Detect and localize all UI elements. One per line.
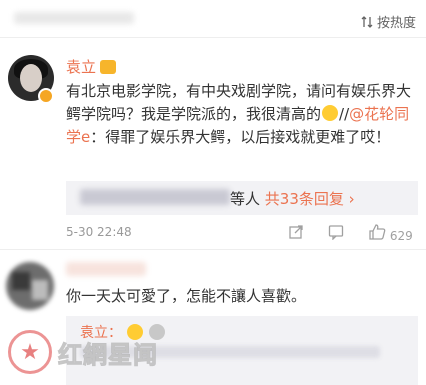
replies-count-link[interactable]: 共33条回复 bbox=[265, 190, 344, 208]
like-button[interactable]: 629 bbox=[368, 224, 413, 243]
replies-preview[interactable]: 等人 共33条回复 › bbox=[66, 181, 418, 215]
comment-icon bbox=[328, 225, 344, 241]
share-icon bbox=[289, 225, 303, 239]
star-logo-icon: ★ bbox=[8, 330, 52, 374]
comment-text-tail: ：得罪了娱乐界大鳄，以后接戏就更难了哎！ bbox=[90, 128, 391, 146]
comment-text: 你一天太可愛了，怎能不讓人喜歡。 bbox=[66, 287, 307, 305]
comment-button[interactable] bbox=[328, 224, 344, 243]
like-count: 629 bbox=[389, 229, 413, 243]
replies-summary: 等人 共33条回复 › bbox=[230, 188, 355, 209]
comment-author[interactable]: 袁立 bbox=[66, 56, 117, 77]
timestamp: 5-30 22:48 bbox=[66, 225, 132, 239]
comments-header: 按热度 bbox=[0, 0, 426, 38]
repost-slashes: // bbox=[339, 105, 350, 123]
smile-emoji-icon bbox=[322, 105, 339, 121]
thumbs-up-icon bbox=[369, 224, 386, 240]
watermark: ★ 红網星闻 bbox=[8, 326, 178, 378]
blurred-replier-names bbox=[80, 189, 230, 205]
sort-icon bbox=[361, 15, 373, 28]
comment-meta: 5-30 22:48 629 bbox=[66, 224, 418, 243]
verified-badge-icon bbox=[38, 88, 54, 104]
divider bbox=[0, 249, 426, 250]
author-name[interactable]: 袁立 bbox=[66, 56, 96, 77]
share-button[interactable] bbox=[288, 224, 304, 243]
blurred-commenter-name[interactable] bbox=[66, 262, 146, 276]
sort-button[interactable]: 按热度 bbox=[361, 12, 416, 31]
sort-label: 按热度 bbox=[376, 16, 416, 31]
replies-suffix: 等人 bbox=[230, 190, 261, 208]
blurred-header-text bbox=[14, 12, 134, 24]
chevron-right-icon: › bbox=[348, 190, 355, 208]
watermark-text: 红網星闻 bbox=[58, 340, 158, 369]
member-crown-icon bbox=[100, 59, 117, 74]
comment-text: 有北京电影学院，有中央戏剧学院，请问有娱乐界大鳄学院吗？我是学院派的，我很清高的… bbox=[66, 80, 418, 149]
avatar[interactable] bbox=[6, 262, 54, 310]
